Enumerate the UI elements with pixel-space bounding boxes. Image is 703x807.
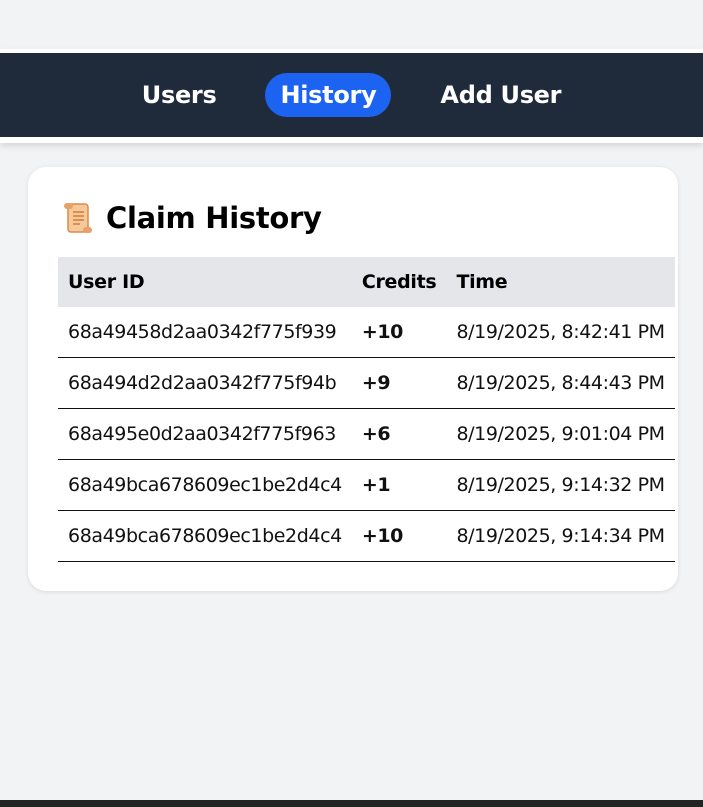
cell-credits: +10: [351, 510, 447, 562]
claim-history-card: Claim History User ID Credits Time 68a49…: [28, 167, 678, 591]
cell-time: 8/19/2025, 9:14:32 PM: [446, 459, 675, 511]
table-body: 68a49458d2aa0342f775f939 +10 8/19/2025, …: [58, 307, 675, 562]
cell-user-id: 68a494d2d2aa0342f775f94b: [58, 357, 352, 409]
cell-user-id: 68a49bca678609ec1be2d4c4: [58, 459, 352, 511]
column-header-credits: Credits: [361, 271, 437, 293]
table-header: User ID Credits Time: [58, 257, 675, 307]
cell-credits: +9: [351, 357, 447, 409]
nav-history[interactable]: History: [265, 73, 392, 117]
table-row: 68a49458d2aa0342f775f939 +10 8/19/2025, …: [58, 307, 675, 358]
cell-time: 8/19/2025, 9:14:34 PM: [446, 510, 675, 562]
cell-user-id: 68a495e0d2aa0342f775f963: [58, 408, 352, 460]
table-row: 68a495e0d2aa0342f775f963 +6 8/19/2025, 9…: [58, 408, 675, 460]
scroll-icon: [62, 201, 94, 235]
table-row: 68a494d2d2aa0342f775f94b +9 8/19/2025, 8…: [58, 357, 675, 409]
cell-time: 8/19/2025, 9:01:04 PM: [446, 408, 675, 460]
cell-user-id: 68a49bca678609ec1be2d4c4: [58, 510, 352, 562]
page-title: Claim History: [106, 201, 322, 235]
cell-credits: +6: [351, 408, 447, 460]
table-header-row: User ID Credits Time: [58, 257, 675, 307]
claim-history-table: User ID Credits Time 68a49458d2aa0342f77…: [58, 257, 675, 562]
nav-users[interactable]: Users: [127, 73, 232, 117]
cell-credits: +10: [351, 307, 447, 358]
column-header-time: Time: [456, 271, 508, 293]
cell-credits: +1: [351, 459, 447, 511]
bottom-bar: [0, 800, 703, 807]
card-header: Claim History: [62, 201, 322, 235]
table-row: 68a49bca678609ec1be2d4c4 +10 8/19/2025, …: [58, 510, 675, 562]
navbar: Users History Add User: [0, 53, 703, 137]
cell-user-id: 68a49458d2aa0342f775f939: [58, 307, 352, 358]
cell-time: 8/19/2025, 8:42:41 PM: [446, 307, 675, 358]
table-row: 68a49bca678609ec1be2d4c4 +1 8/19/2025, 9…: [58, 459, 675, 511]
cell-time: 8/19/2025, 8:44:43 PM: [446, 357, 675, 409]
nav-add-user[interactable]: Add User: [425, 73, 576, 117]
column-header-user-id: User ID: [68, 271, 145, 293]
header: Users History Add User: [0, 49, 703, 143]
